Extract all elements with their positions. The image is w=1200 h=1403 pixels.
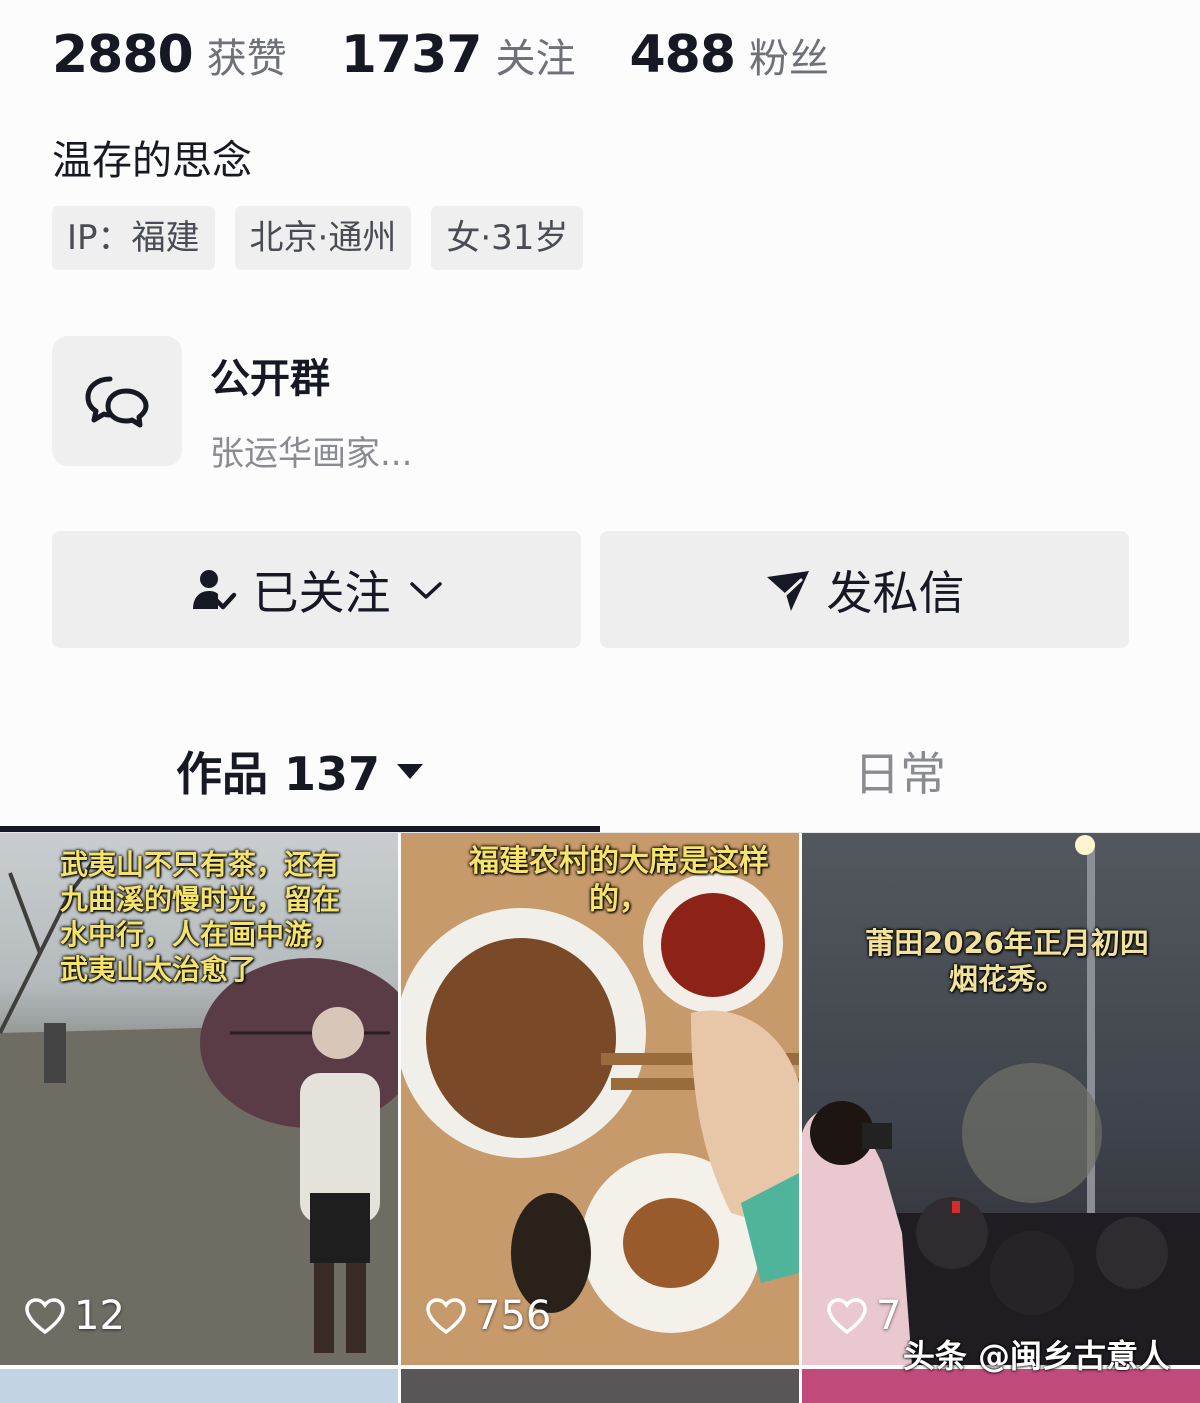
send-message-label: 发私信 bbox=[826, 565, 965, 620]
public-group-card[interactable]: 公开群 张运华画家... bbox=[52, 336, 412, 475]
tag-gender-age: 女·31岁 bbox=[431, 206, 584, 270]
video-likes-count: 7 bbox=[876, 1293, 902, 1339]
paper-plane-icon bbox=[766, 570, 809, 611]
video-likes: 756 bbox=[425, 1293, 551, 1339]
group-title: 公开群 bbox=[210, 356, 330, 402]
video-caption: 莆田2026年正月初四烟花秀。 bbox=[865, 926, 1149, 997]
stat-likes-value: 2880 bbox=[52, 25, 194, 85]
stat-followers[interactable]: 488 粉丝 bbox=[629, 25, 829, 85]
stat-following[interactable]: 1737 关注 bbox=[341, 25, 576, 85]
video-caption: 武夷山不只有茶，还有九曲溪的慢时光，留在水中行，人在画中游，武夷山太治愈了 bbox=[60, 848, 341, 986]
video-likes: 7 bbox=[826, 1293, 901, 1339]
profile-tags: IP：福建 北京·通州 女·31岁 bbox=[52, 206, 603, 270]
tab-works[interactable]: 作品 137 bbox=[0, 710, 600, 832]
video-likes: 12 bbox=[24, 1293, 125, 1339]
video-caption: 福建农村的大席是这样的， bbox=[469, 844, 769, 917]
stat-followers-value: 488 bbox=[629, 25, 736, 85]
next-row-thumbnail[interactable] bbox=[0, 1369, 398, 1403]
stat-followers-label: 粉丝 bbox=[749, 36, 830, 82]
video-likes-count: 756 bbox=[475, 1293, 552, 1339]
followed-button-label: 已关注 bbox=[252, 565, 391, 620]
video-likes-count: 12 bbox=[74, 1293, 125, 1339]
tag-location: 北京·通州 bbox=[234, 206, 412, 270]
content-tabs: 作品 137 日常 bbox=[0, 710, 1200, 833]
tab-daily[interactable]: 日常 bbox=[600, 710, 1200, 832]
user-check-icon bbox=[192, 569, 236, 609]
stat-likes-label: 获赞 bbox=[206, 36, 287, 82]
profile-bio: 温存的思念 bbox=[52, 138, 252, 184]
video-thumbnail[interactable]: 莆田2026年正月初四烟花秀。 7 bbox=[802, 833, 1200, 1365]
watermark: 头条 @闽乡古意人 bbox=[902, 1337, 1170, 1375]
group-subtitle: 张运华画家... bbox=[210, 434, 413, 474]
heart-icon bbox=[426, 1298, 466, 1335]
action-buttons: 已关注 发私信 bbox=[52, 531, 1129, 648]
triangle-down-icon bbox=[397, 764, 424, 779]
heart-icon bbox=[25, 1298, 65, 1335]
video-thumbnail[interactable]: 福建农村的大席是这样的， 756 bbox=[401, 833, 799, 1365]
next-row-thumbnail[interactable] bbox=[401, 1369, 799, 1403]
profile-stats: 2880 获赞 1737 关注 488 粉丝 bbox=[52, 20, 883, 90]
chevron-down-icon bbox=[409, 581, 442, 599]
heart-icon bbox=[827, 1298, 867, 1335]
tag-ip: IP：福建 bbox=[52, 206, 215, 270]
send-message-button[interactable]: 发私信 bbox=[600, 531, 1129, 648]
stat-likes[interactable]: 2880 获赞 bbox=[52, 25, 287, 85]
tab-works-label: 作品 137 bbox=[175, 747, 381, 801]
followed-button[interactable]: 已关注 bbox=[52, 531, 581, 648]
video-thumbnail[interactable]: 武夷山不只有茶，还有九曲溪的慢时光，留在水中行，人在画中游，武夷山太治愈了 12 bbox=[0, 833, 398, 1365]
stat-following-label: 关注 bbox=[495, 36, 576, 82]
stat-following-value: 1737 bbox=[340, 25, 483, 85]
video-scene-image bbox=[802, 835, 1200, 1365]
tab-daily-label: 日常 bbox=[854, 747, 946, 801]
group-chat-icon bbox=[52, 336, 182, 466]
